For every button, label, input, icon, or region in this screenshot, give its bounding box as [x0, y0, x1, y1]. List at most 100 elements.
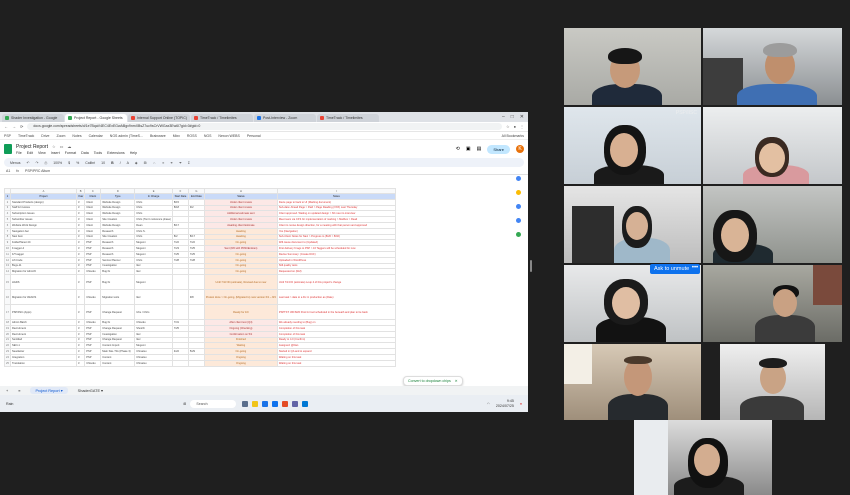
video-tile-1[interactable] — [564, 28, 701, 105]
browser-tab[interactable]: Internal Support Online (TOPIC) — [128, 114, 190, 122]
table-cell[interactable]: 3 — [75, 289, 86, 306]
maps-icon[interactable] — [515, 232, 521, 237]
star-doc-icon[interactable]: ☆ — [52, 144, 56, 149]
calendar-icon[interactable] — [515, 176, 521, 181]
status-cell[interactable]: Pretest done > On-going, (Migrated to) n… — [203, 289, 278, 306]
table-cell[interactable] — [187, 359, 205, 367]
all-bookmarks[interactable]: All Bookmarks — [502, 134, 524, 138]
bookmark-item[interactable]: Notes — [72, 134, 81, 138]
currency-button[interactable]: $ — [68, 161, 70, 165]
text-color-icon[interactable]: A — [127, 161, 129, 165]
video-tile-8[interactable] — [703, 265, 842, 342]
status-cell[interactable]: Ready for 10/ — [203, 304, 278, 321]
bookmark-item[interactable]: Nexon WEBS — [218, 134, 239, 138]
italic-button[interactable]: I — [120, 161, 121, 165]
table-cell[interactable]: PSP — [84, 274, 102, 291]
keep-icon[interactable] — [515, 190, 521, 195]
tasks-icon[interactable] — [515, 204, 521, 209]
bookmark-item[interactable]: TimeTrack — [18, 134, 34, 138]
functions-icon[interactable]: Σ — [188, 161, 190, 165]
percent-button[interactable]: % — [76, 161, 79, 165]
split-handle[interactable] — [530, 260, 532, 272]
more-options-button[interactable]: ••• — [690, 264, 700, 274]
menu-help[interactable]: Help — [130, 151, 137, 155]
profile-icon[interactable]: ● — [514, 124, 516, 129]
print-icon[interactable]: ⎙ — [44, 161, 47, 165]
table-cell[interactable]: Content — [100, 359, 136, 367]
browser-tab[interactable]: Post-Interview - Zoom — [254, 114, 316, 122]
weather-widget[interactable]: Rain — [6, 402, 13, 406]
video-tile-6[interactable] — [703, 186, 842, 263]
wifi-icon[interactable]: ◠ — [487, 402, 490, 406]
browser-tab[interactable]: Shader Investigation - Google — [2, 114, 64, 122]
name-box[interactable]: A1 — [6, 169, 10, 173]
browser-tab[interactable]: Project Report - Google Sheets — [65, 114, 127, 122]
user-avatar[interactable]: K — [516, 145, 524, 153]
font-size-input[interactable]: 10 — [101, 161, 105, 165]
zoom-select[interactable]: 100% — [53, 161, 62, 165]
share-button[interactable]: Share — [487, 144, 510, 154]
table-cell[interactable]: PSP/IISC (Apps) — [10, 304, 77, 321]
bookmark-item[interactable]: NGS admin (TimeS... — [110, 134, 143, 138]
redo-icon[interactable]: ↷ — [35, 161, 38, 165]
bold-button[interactable]: B — [111, 161, 114, 165]
bookmark-item[interactable]: PSP — [4, 134, 11, 138]
address-bar[interactable]: docs.google.com/spreadsheets/d/1e7BqaV4E… — [27, 123, 502, 130]
table-cell[interactable]: Megumi — [134, 274, 173, 291]
menu-extensions[interactable]: Extensions — [107, 151, 125, 155]
filter-icon[interactable]: ⏷ — [179, 161, 182, 165]
video-tile-11[interactable] — [634, 420, 772, 495]
dismiss-icon[interactable]: ✕ — [455, 379, 458, 383]
undo-icon[interactable]: ↶ — [27, 161, 30, 165]
forward-icon[interactable]: → — [12, 124, 16, 129]
table-cell[interactable] — [171, 359, 189, 367]
table-cell[interactable]: Ikel — [134, 289, 173, 306]
table-cell[interactable] — [187, 274, 205, 291]
close-icon[interactable]: ✕ — [520, 114, 524, 120]
document-title[interactable]: Project Report — [16, 144, 48, 150]
video-tile-10[interactable] — [720, 344, 825, 420]
table-cell[interactable]: PSP — [84, 304, 102, 321]
taskview-icon[interactable] — [242, 400, 249, 407]
status-cell[interactable]: Until 7/13 ID (estimate), Revised due to… — [203, 274, 278, 291]
table-cell[interactable]: Change Request — [100, 304, 136, 321]
status-cell[interactable]: Ongoing — [203, 359, 278, 367]
explorer-icon[interactable] — [252, 400, 259, 407]
notes-cell[interactable]: Last task > date to a Fix in production … — [276, 289, 396, 306]
table-cell[interactable]: Chisoku — [84, 289, 102, 306]
table-cell[interactable] — [171, 304, 189, 321]
bookmark-item[interactable]: Drive — [41, 134, 49, 138]
notes-cell[interactable]: Until 7/13 ID (estimate) Loup 4 of this … — [276, 274, 396, 291]
video-tile-7[interactable] — [564, 265, 701, 342]
sheets-logo-icon[interactable] — [4, 144, 12, 154]
browser-tab[interactable]: TimeTrack / Timelimites — [191, 114, 253, 122]
start-icon[interactable]: ⊞ — [183, 402, 186, 406]
table-cell[interactable]: Translation — [10, 359, 77, 367]
sheet-tab[interactable]: Project Report ▾ — [30, 387, 68, 394]
ask-to-unmute-button[interactable]: Ask to unmute — [650, 264, 694, 274]
bookmark-item[interactable]: Mixx — [173, 134, 180, 138]
star-icon[interactable]: ☆ — [506, 124, 510, 129]
notes-cell[interactable]: PSPTST: Will 8/20 Post for tool schedule… — [276, 304, 396, 321]
add-sheet-icon[interactable]: + — [6, 389, 8, 393]
merge-icon[interactable]: ⇔ — [153, 161, 157, 165]
maximize-icon[interactable]: □ — [511, 114, 514, 120]
borders-icon[interactable]: ⊞ — [144, 161, 147, 165]
comment-icon[interactable]: ▤ — [477, 146, 482, 152]
chrome-icon[interactable] — [262, 400, 269, 407]
fill-color-icon[interactable]: ◈ — [135, 161, 138, 165]
table-cell[interactable]: Chisoku — [84, 359, 102, 367]
all-sheets-icon[interactable]: ≡ — [18, 389, 20, 393]
table-cell[interactable]: 3 — [75, 359, 86, 367]
sheet-tab[interactable]: ShaderGATE ▾ — [78, 388, 103, 393]
bookmark-item[interactable]: Calendar — [89, 134, 103, 138]
table-cell[interactable]: 3 — [75, 274, 86, 291]
font-select[interactable]: Calibri — [85, 161, 95, 165]
video-tile-9[interactable] — [564, 344, 701, 420]
table-cell[interactable] — [171, 274, 189, 291]
menu-icon[interactable]: ⋮ — [520, 124, 524, 129]
menu-data[interactable]: Data — [81, 151, 89, 155]
history-icon[interactable]: ⟲ — [456, 146, 460, 152]
table-cell[interactable]: Chinatsu — [134, 359, 173, 367]
video-tile-4[interactable] — [703, 107, 842, 184]
